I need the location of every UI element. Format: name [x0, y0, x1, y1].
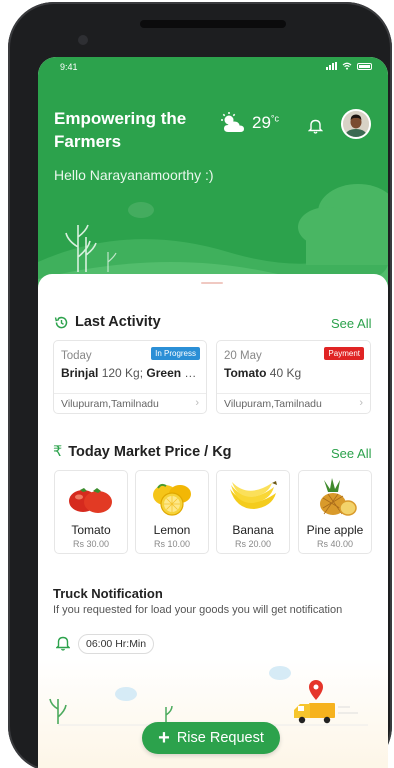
product-name: Tomato — [71, 523, 111, 537]
greeting-text: Hello Narayanamoorthy :) — [54, 167, 214, 183]
banana-icon — [230, 481, 277, 509]
weather-widget[interactable]: 29°c — [220, 112, 279, 134]
header: 9:41 Empowering the Farmers Hello Naraya… — [38, 57, 388, 297]
rise-request-button[interactable]: + Rise Request — [142, 722, 280, 754]
market-see-all[interactable]: See All — [331, 446, 371, 461]
activity-card[interactable]: Today In Progress Brinjal 120 Kg; Green … — [53, 340, 207, 414]
history-icon — [54, 316, 68, 328]
notification-bell-icon[interactable] — [308, 118, 323, 134]
battery-icon — [357, 62, 372, 70]
status-badge: Payment — [324, 347, 364, 360]
product-price: Rs 30.00 — [72, 539, 110, 549]
avatar[interactable] — [341, 109, 371, 139]
chevron-right-icon: › — [359, 397, 363, 409]
product-name: Banana — [232, 523, 274, 537]
activity-items: Tomato 40 Kg — [224, 366, 302, 380]
partly-cloudy-icon — [221, 112, 244, 132]
product-price: Rs 20.00 — [234, 539, 272, 549]
truck-notification-title: Truck Notification — [53, 586, 163, 601]
front-camera — [78, 35, 88, 45]
product-name: Pine apple — [306, 523, 364, 537]
activity-date: 20 May — [224, 350, 262, 362]
pineapple-icon — [320, 478, 357, 516]
status-bar: 9:41 — [60, 62, 372, 76]
content-sheet: Last Activity See All Today In Progress … — [38, 274, 388, 768]
rise-request-label: Rise Request — [176, 730, 264, 746]
tomato-icon — [69, 488, 112, 513]
product-card[interactable]: Banana Rs 20.00 — [216, 470, 290, 554]
speaker-grille — [140, 20, 286, 28]
activity-card[interactable]: 20 May Payment Tomato 40 Kg Vilupuram,Ta… — [216, 340, 371, 414]
truck-notification-desc: If you requested for load your goods you… — [53, 604, 343, 616]
location-pin-icon — [309, 680, 323, 700]
product-price: Rs 40.00 — [316, 539, 354, 549]
product-name: Lemon — [153, 523, 191, 537]
notification-time-pill[interactable]: 06:00 Hr:Min — [78, 634, 155, 654]
plus-icon: + — [158, 727, 170, 749]
bell-icon — [56, 636, 70, 651]
rupee-icon: ₹ — [53, 444, 63, 460]
location-row: Vilupuram,Tamilnadu › — [54, 393, 206, 413]
temperature: 29°c — [252, 113, 280, 132]
chevron-right-icon: › — [195, 397, 199, 409]
activity-items: Brinjal 120 Kg; Green C... — [61, 366, 203, 380]
activity-date: Today — [61, 350, 92, 362]
wifi-icon — [342, 62, 352, 70]
app-screen: 9:41 Empowering the Farmers Hello Naraya… — [38, 57, 388, 768]
market-price-header: ₹ Today Market Price / Kg — [53, 444, 232, 460]
activity-location: Vilupuram,Tamilnadu — [224, 398, 322, 410]
drag-handle[interactable] — [201, 282, 223, 284]
last-activity-title: Last Activity — [75, 314, 161, 330]
location-row: Vilupuram,Tamilnadu › — [217, 393, 370, 413]
status-badge: In Progress — [151, 347, 200, 360]
product-price: Rs 10.00 — [153, 539, 191, 549]
lemon-icon — [153, 483, 191, 516]
status-time: 9:41 — [60, 62, 78, 72]
truck-icon — [294, 703, 358, 724]
signal-icon — [326, 62, 337, 70]
phone-frame: 9:41 Empowering the Farmers Hello Naraya… — [8, 2, 392, 768]
last-activity-see-all[interactable]: See All — [331, 316, 371, 331]
page-title: Empowering the Farmers — [54, 109, 187, 151]
product-card[interactable]: Pine apple Rs 40.00 — [298, 470, 372, 554]
last-activity-header: Last Activity — [54, 314, 161, 330]
market-price-title: Today Market Price / Kg — [68, 444, 232, 460]
product-card[interactable]: Lemon Rs 10.00 — [135, 470, 209, 554]
product-card[interactable]: Tomato Rs 30.00 — [54, 470, 128, 554]
activity-location: Vilupuram,Tamilnadu — [61, 398, 159, 410]
